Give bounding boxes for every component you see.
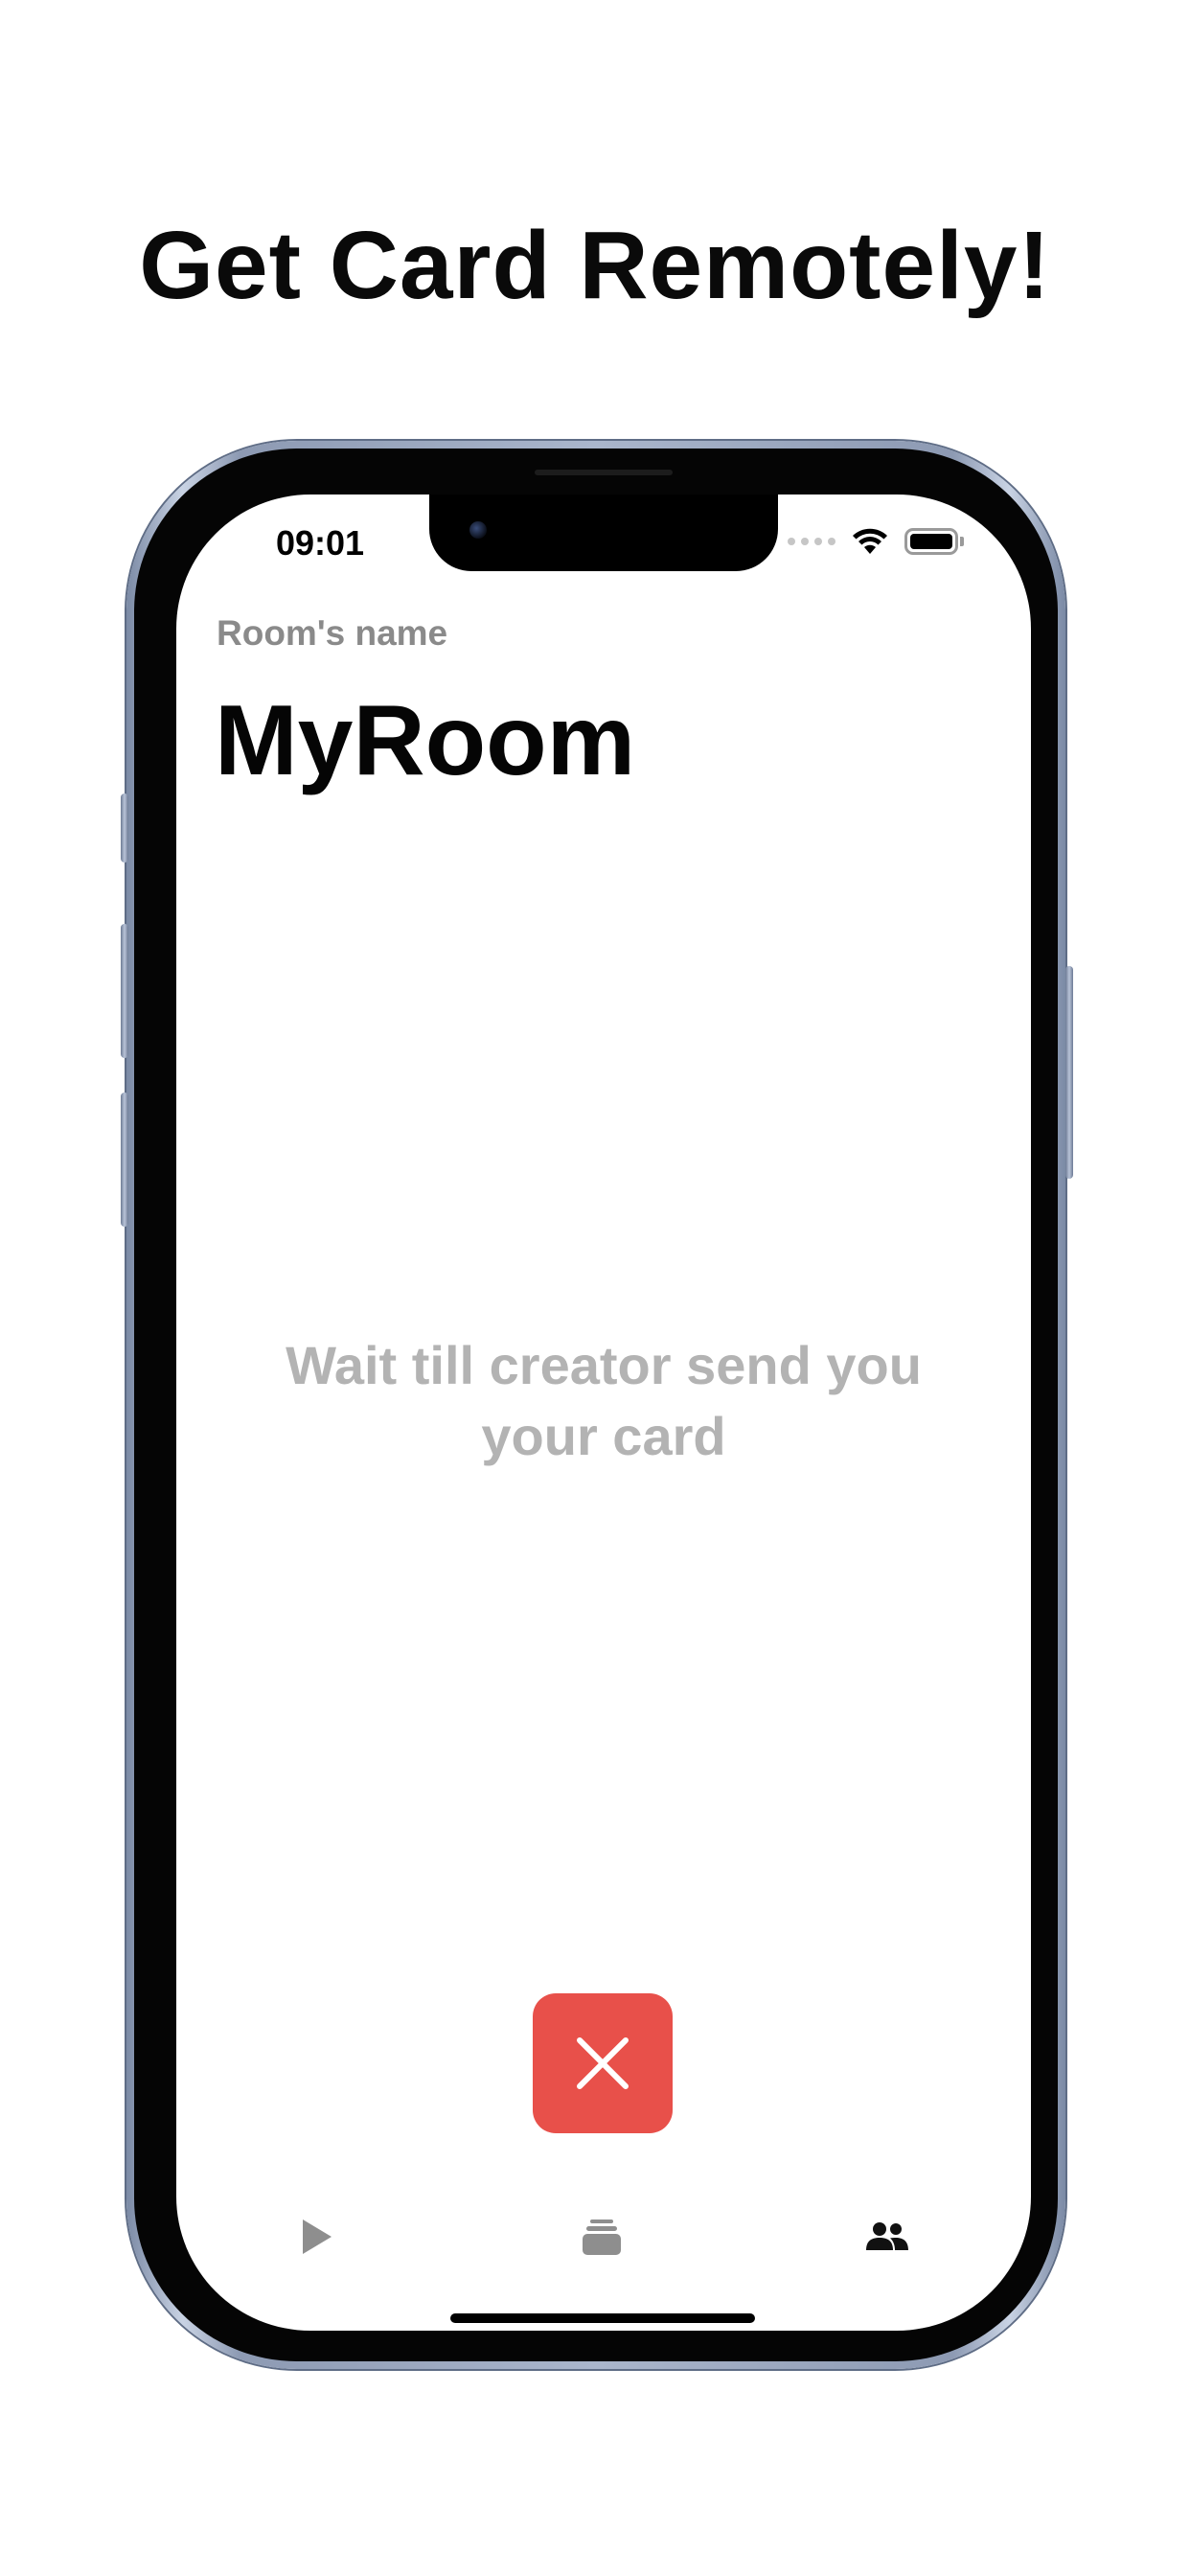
page: Get Card Remotely! 09:01 Room's name MyR… <box>0 0 1190 2576</box>
status-time: 09:01 <box>276 523 365 563</box>
home-indicator[interactable] <box>450 2313 755 2323</box>
battery-icon <box>904 528 964 555</box>
close-icon <box>577 2037 629 2089</box>
card-stack-icon <box>583 2220 621 2255</box>
mute-switch <box>121 794 128 862</box>
waiting-message-line2: your card <box>481 1406 726 1466</box>
power-button <box>1065 966 1073 1179</box>
tab-cards[interactable] <box>573 2208 630 2266</box>
room-name-label: Room's name <box>217 613 448 653</box>
volume-down-button <box>121 1092 128 1227</box>
tab-play[interactable] <box>287 2208 345 2266</box>
earpiece-speaker <box>535 470 673 475</box>
headline: Get Card Remotely! <box>139 212 1051 319</box>
leave-room-button[interactable] <box>533 1993 673 2133</box>
people-icon <box>866 2222 908 2250</box>
wifi-icon <box>853 528 887 554</box>
play-icon <box>303 2220 332 2254</box>
app-screen: 09:01 Room's name MyRoom Wait till creat… <box>176 494 1031 2331</box>
notch <box>429 494 778 571</box>
volume-up-button <box>121 924 128 1058</box>
tab-participants[interactable] <box>858 2208 916 2266</box>
waiting-message-line1: Wait till creator send you <box>286 1335 922 1395</box>
phone-bezel: 09:01 Room's name MyRoom Wait till creat… <box>134 448 1058 2361</box>
room-name-title: MyRoom <box>215 685 636 796</box>
phone-frame: 09:01 Room's name MyRoom Wait till creat… <box>121 441 1073 2369</box>
front-camera-icon <box>469 521 487 539</box>
waiting-message: Wait till creator send you your card <box>220 1330 987 1472</box>
signal-dots-icon <box>788 538 835 545</box>
status-icons <box>788 527 964 556</box>
